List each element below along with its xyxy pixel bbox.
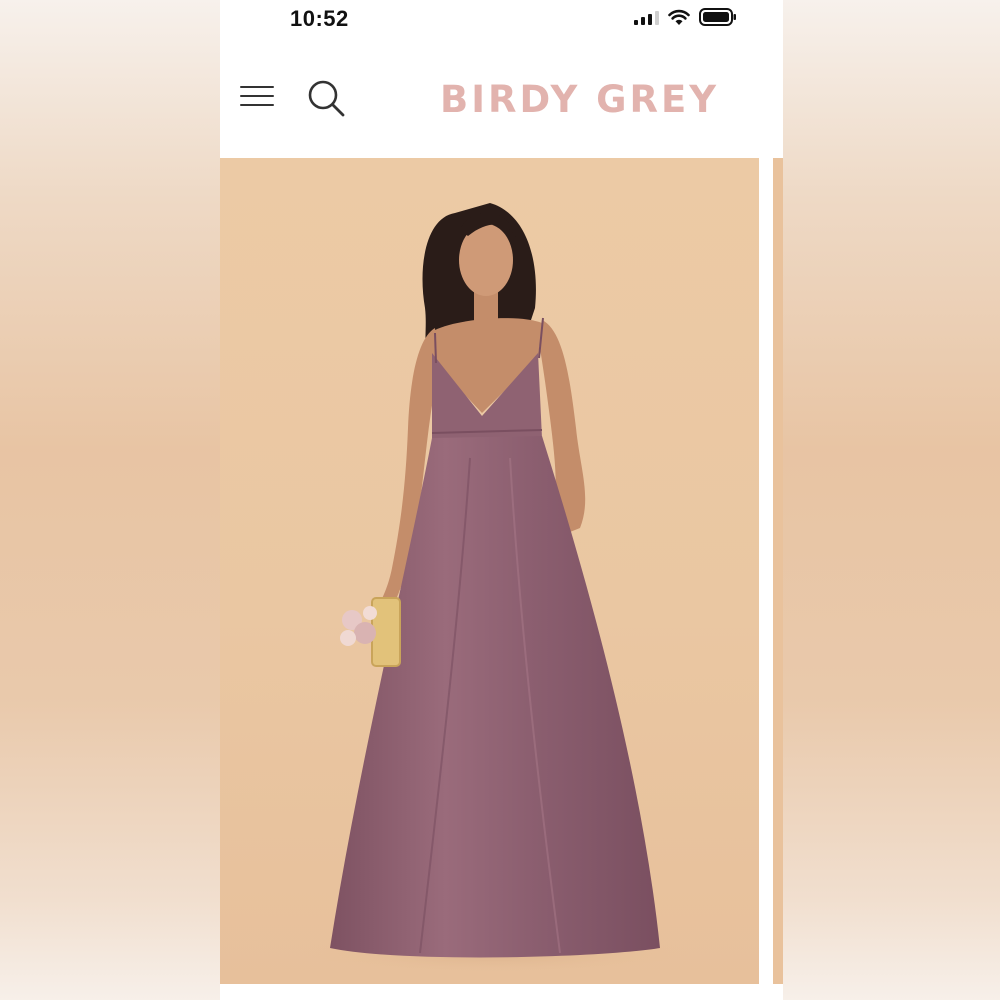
product-image-next-peek[interactable] (773, 158, 783, 984)
status-bar: 10:52 (220, 0, 783, 40)
product-image-gallery[interactable] (220, 158, 783, 984)
cellular-signal-icon (634, 10, 659, 25)
blurred-background-right (783, 0, 1000, 1000)
page-bottom (220, 984, 783, 1000)
battery-icon (699, 8, 736, 26)
product-image-main[interactable] (220, 158, 759, 984)
hamburger-menu-icon[interactable] (240, 82, 274, 110)
search-icon[interactable] (306, 78, 346, 118)
model-in-dress-image (295, 203, 695, 975)
brand-logo[interactable]: BIRDY GREY (440, 78, 719, 121)
status-time: 10:52 (290, 6, 349, 31)
phone-screen: 10:52 BIRDY GREY (220, 0, 783, 1000)
status-icons (634, 8, 737, 26)
wifi-icon (668, 9, 690, 25)
blurred-background-left (0, 0, 220, 1000)
site-header: BIRDY GREY (220, 50, 783, 146)
